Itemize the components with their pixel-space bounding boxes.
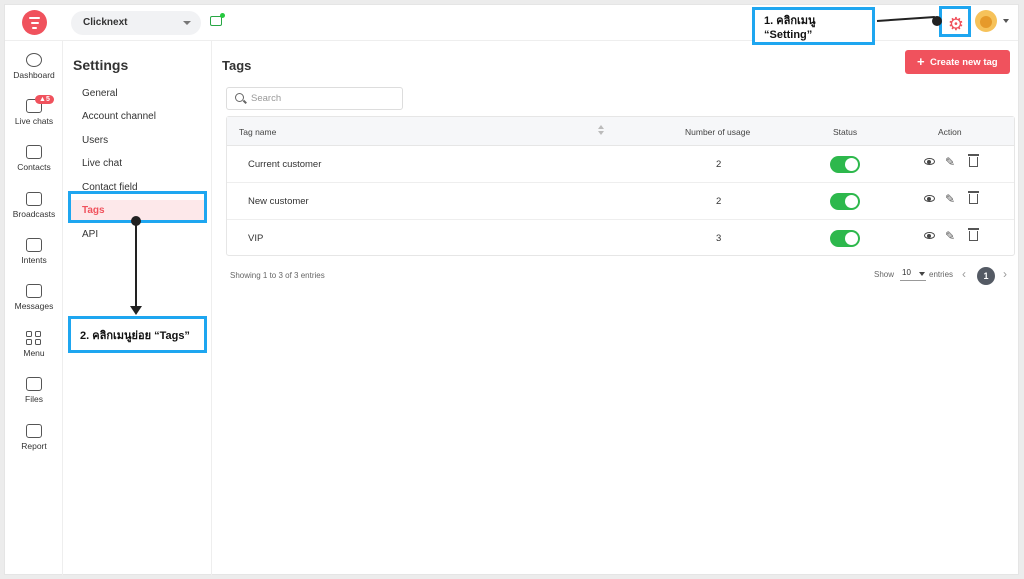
usage-count: 2	[716, 196, 722, 207]
search-icon	[235, 93, 244, 102]
tag-name: New customer	[248, 196, 309, 207]
settings-item-account-channel[interactable]: Account channel	[70, 106, 206, 128]
status-toggle[interactable]	[830, 193, 860, 210]
step1-text: 1. คลิกเมนู “Setting”	[764, 15, 816, 41]
show-label: Show	[874, 270, 895, 279]
chat-status-icon[interactable]	[210, 13, 225, 26]
search-input[interactable]: Search	[226, 87, 403, 110]
create-button-label: Create new tag	[930, 57, 998, 68]
col-status: Status	[833, 127, 858, 137]
edit-icon[interactable]: ✎	[945, 229, 955, 243]
report-icon	[26, 424, 42, 438]
showing-entries-text: Showing 1 to 3 of 3 entries	[230, 271, 325, 280]
table-header: Tag name Number of usage Status Action	[227, 117, 1014, 146]
contacts-icon	[26, 145, 42, 159]
rail-label: Contacts	[17, 162, 51, 172]
menu-grid-icon	[26, 331, 42, 345]
intents-icon	[26, 238, 42, 252]
left-rail-nav: Dashboard ▲5 Live chats Contacts Broadca…	[5, 41, 63, 576]
rail-label: Report	[21, 441, 47, 451]
settings-item-users[interactable]: Users	[70, 130, 206, 152]
settings-item-api[interactable]: API	[70, 224, 206, 246]
usage-count: 3	[716, 233, 722, 244]
main-content: Tags + Create new tag Search Tag name Nu…	[213, 41, 1019, 576]
status-toggle[interactable]	[830, 230, 860, 247]
col-tag-name[interactable]: Tag name	[239, 127, 276, 137]
view-icon[interactable]	[924, 232, 935, 239]
edit-icon[interactable]: ✎	[945, 192, 955, 206]
settings-item-live-chat[interactable]: Live chat	[70, 153, 206, 175]
delete-icon[interactable]	[968, 191, 979, 204]
next-page-icon[interactable]: ›	[1003, 267, 1007, 281]
delete-icon[interactable]	[968, 154, 979, 167]
edit-icon[interactable]: ✎	[945, 155, 955, 169]
table-row: Current customer 2 ✎	[227, 146, 1014, 183]
view-icon[interactable]	[924, 158, 935, 165]
prev-page-icon[interactable]: ‹	[962, 267, 966, 281]
view-icon[interactable]	[924, 195, 935, 202]
col-action: Action	[938, 127, 962, 137]
workspace-name: Clicknext	[83, 17, 128, 28]
entries-label: entries	[929, 270, 954, 279]
avatar[interactable]	[975, 10, 997, 32]
dashboard-icon	[26, 53, 42, 67]
current-page-button[interactable]: 1	[977, 267, 995, 285]
rail-item-menu[interactable]: Menu	[5, 331, 63, 358]
page-size-select[interactable]: 10	[900, 267, 926, 281]
create-new-tag-button[interactable]: + Create new tag	[905, 50, 1010, 74]
app-logo[interactable]	[22, 10, 47, 35]
tag-name: VIP	[248, 233, 264, 244]
search-placeholder: Search	[251, 93, 282, 104]
rail-label: Dashboard	[13, 70, 55, 80]
step2-callout: 2. คลิกเมนูย่อย “Tags”	[68, 316, 207, 353]
rail-label: Messages	[14, 301, 54, 311]
col-number-of-usage: Number of usage	[685, 127, 751, 137]
rail-item-report[interactable]: Report	[5, 424, 63, 451]
rail-label: Menu	[23, 348, 45, 358]
settings-title: Settings	[73, 57, 129, 73]
rail-item-broadcasts[interactable]: Broadcasts	[5, 192, 63, 219]
delete-icon[interactable]	[968, 228, 979, 241]
rail-label: Files	[25, 394, 43, 404]
gear-highlight-box	[939, 6, 971, 37]
step1-callout: 1. คลิกเมนู “Setting”	[752, 7, 875, 45]
chevron-down-icon	[183, 21, 191, 25]
page-title: Tags	[222, 58, 252, 73]
rail-label: Intents	[21, 255, 47, 265]
rail-item-live-chats[interactable]: ▲5 Live chats	[5, 95, 63, 126]
arrow-head-icon	[130, 306, 142, 315]
rail-item-messages[interactable]: Messages	[5, 284, 63, 311]
tags-table: Tag name Number of usage Status Action C…	[226, 116, 1015, 256]
megaphone-icon	[26, 192, 42, 206]
rail-item-dashboard[interactable]: Dashboard	[5, 53, 63, 80]
avatar-caret-icon[interactable]	[1003, 19, 1009, 23]
plus-icon: +	[917, 54, 925, 69]
workspace-selector[interactable]: Clicknext	[71, 11, 201, 35]
table-row: VIP 3 ✎	[227, 220, 1014, 257]
rail-label: Broadcasts	[12, 209, 56, 219]
annotation-arrow-line	[135, 222, 137, 312]
status-toggle[interactable]	[830, 156, 860, 173]
unread-badge: ▲5	[35, 95, 54, 104]
rail-item-intents[interactable]: Intents	[5, 238, 63, 265]
usage-count: 2	[716, 159, 722, 170]
rail-label: Live chats	[14, 116, 54, 126]
sort-icon[interactable]	[598, 125, 604, 137]
settings-item-general[interactable]: General	[70, 83, 206, 105]
table-row: New customer 2 ✎	[227, 183, 1014, 220]
rail-item-contacts[interactable]: Contacts	[5, 145, 63, 172]
app-window: Clicknext ⚙ Dashboard ▲5 Live chats Cont…	[4, 4, 1019, 576]
step2-text: 2. คลิกเมนูย่อย “Tags”	[80, 329, 190, 342]
tag-name: Current customer	[248, 159, 322, 170]
messages-icon	[26, 284, 42, 298]
rail-item-files[interactable]: Files	[5, 377, 63, 404]
folder-icon	[26, 377, 42, 391]
